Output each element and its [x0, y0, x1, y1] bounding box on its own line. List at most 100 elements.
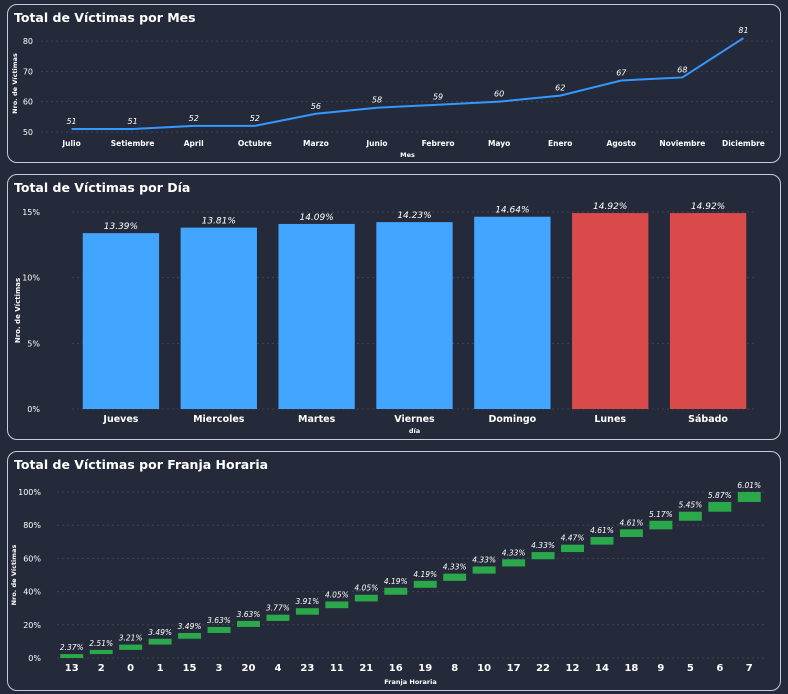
- y-tick-label: 100%: [18, 488, 41, 497]
- bar: [708, 501, 732, 512]
- x-tick-label: 21: [359, 663, 373, 674]
- x-tick-label: Octubre: [238, 139, 272, 148]
- bar: [236, 620, 260, 627]
- y-tick-label: 0%: [28, 654, 41, 663]
- data-label: 13.39%: [104, 222, 138, 232]
- x-tick-label: Lunes: [594, 414, 626, 425]
- bar: [295, 608, 319, 615]
- x-tick-label: Mayo: [488, 139, 510, 148]
- x-tick-label: Junio: [365, 139, 387, 148]
- y-tick-label: 80: [23, 37, 33, 46]
- data-label: 2.51%: [89, 639, 113, 648]
- x-tick-label: 6: [716, 663, 723, 674]
- data-label: 4.05%: [354, 584, 378, 593]
- x-tick-label: 13: [65, 663, 79, 674]
- y-axis-title: Nro. de Víctimas: [11, 53, 19, 114]
- data-label: 5.87%: [708, 491, 732, 500]
- y-tick-label: 5%: [27, 339, 40, 348]
- data-label: 14.92%: [593, 202, 627, 212]
- y-axis-title: Nro. de Víctimas: [14, 278, 22, 343]
- bar: [502, 559, 526, 567]
- data-label: 4.61%: [620, 518, 644, 527]
- charts-canvas: 5060708051Julio51Setiembre52April52Octub…: [10, 26, 774, 686]
- x-tick-label: 5: [687, 663, 694, 674]
- data-label: 3.77%: [266, 604, 290, 613]
- x-tick-label: Agosto: [607, 139, 637, 148]
- bar: [649, 520, 673, 530]
- y-tick-label: 40%: [23, 588, 41, 597]
- x-tick-label: Viernes: [394, 414, 435, 425]
- x-tick-label: 4: [274, 663, 281, 674]
- x-tick-label: 18: [624, 663, 638, 674]
- bar: [278, 223, 355, 409]
- bar: [207, 626, 231, 633]
- bar: [474, 216, 551, 409]
- x-tick-label: Marzo: [303, 139, 329, 148]
- bar: [178, 632, 202, 639]
- x-tick-label: 17: [507, 663, 521, 674]
- y-tick-label: 80%: [23, 521, 41, 530]
- data-label: 6.01%: [737, 481, 761, 490]
- data-label: 4.05%: [325, 590, 349, 599]
- x-tick-label: Miercoles: [193, 414, 245, 425]
- data-label: 60: [494, 90, 504, 99]
- x-tick-label: 15: [183, 663, 197, 674]
- y-tick-label: 50: [23, 128, 33, 137]
- data-label: 4.33%: [531, 541, 555, 550]
- x-tick-label: 7: [746, 663, 753, 674]
- y-axis-title: Nro. de Víctimas: [10, 545, 18, 606]
- x-tick-label: 9: [657, 663, 664, 674]
- data-label: 52: [250, 114, 260, 123]
- data-label: 14.23%: [397, 211, 431, 221]
- data-label: 2.37%: [60, 643, 84, 652]
- data-label: 67: [616, 68, 627, 77]
- x-tick-label: 19: [418, 663, 432, 674]
- bar: [82, 233, 160, 409]
- x-tick-label: 3: [216, 663, 223, 674]
- x-axis-title: día: [409, 427, 420, 435]
- x-tick-label: Sábado: [688, 414, 728, 425]
- bar: [669, 213, 747, 409]
- x-tick-label: Domingo: [489, 414, 537, 425]
- bar: [119, 644, 143, 650]
- data-label: 4.33%: [502, 548, 526, 557]
- y-tick-label: 20%: [23, 621, 41, 630]
- series-line: [71, 37, 745, 130]
- bar: [89, 649, 113, 655]
- bar: [443, 573, 467, 581]
- data-label: 68: [677, 65, 687, 74]
- x-tick-label: 2: [98, 663, 105, 674]
- bar: [376, 222, 453, 409]
- data-label: 3.21%: [119, 634, 143, 643]
- data-label: 3.63%: [237, 610, 261, 619]
- bar: [737, 492, 761, 502]
- bar: [180, 227, 257, 409]
- bar: [590, 537, 614, 545]
- data-label: 51: [128, 117, 138, 126]
- y-tick-label: 15%: [22, 208, 40, 217]
- data-label: 5.17%: [649, 510, 673, 519]
- data-label: 3.49%: [148, 628, 172, 637]
- x-tick-label: 10: [477, 663, 491, 674]
- x-tick-label: 8: [451, 663, 458, 674]
- y-tick-label: 10%: [22, 274, 40, 283]
- data-label: 14.09%: [299, 213, 333, 223]
- data-label: 4.19%: [384, 577, 408, 586]
- x-tick-label: Jueves: [102, 414, 138, 425]
- data-label: 62: [555, 84, 565, 93]
- x-tick-label: 1: [157, 663, 164, 674]
- data-label: 4.61%: [590, 526, 614, 535]
- y-tick-label: 0%: [27, 405, 40, 414]
- x-tick-label: April: [184, 139, 204, 148]
- data-label: 14.92%: [691, 202, 725, 212]
- data-label: 4.33%: [472, 555, 496, 564]
- data-label: 59: [433, 93, 443, 102]
- bar: [266, 614, 290, 621]
- x-tick-label: 0: [127, 663, 134, 674]
- x-tick-label: Julio: [61, 139, 80, 148]
- data-label: 51: [66, 117, 76, 126]
- bar: [325, 601, 349, 609]
- data-label: 3.49%: [178, 622, 202, 631]
- x-tick-label: Enero: [548, 139, 572, 148]
- bar: [561, 544, 585, 553]
